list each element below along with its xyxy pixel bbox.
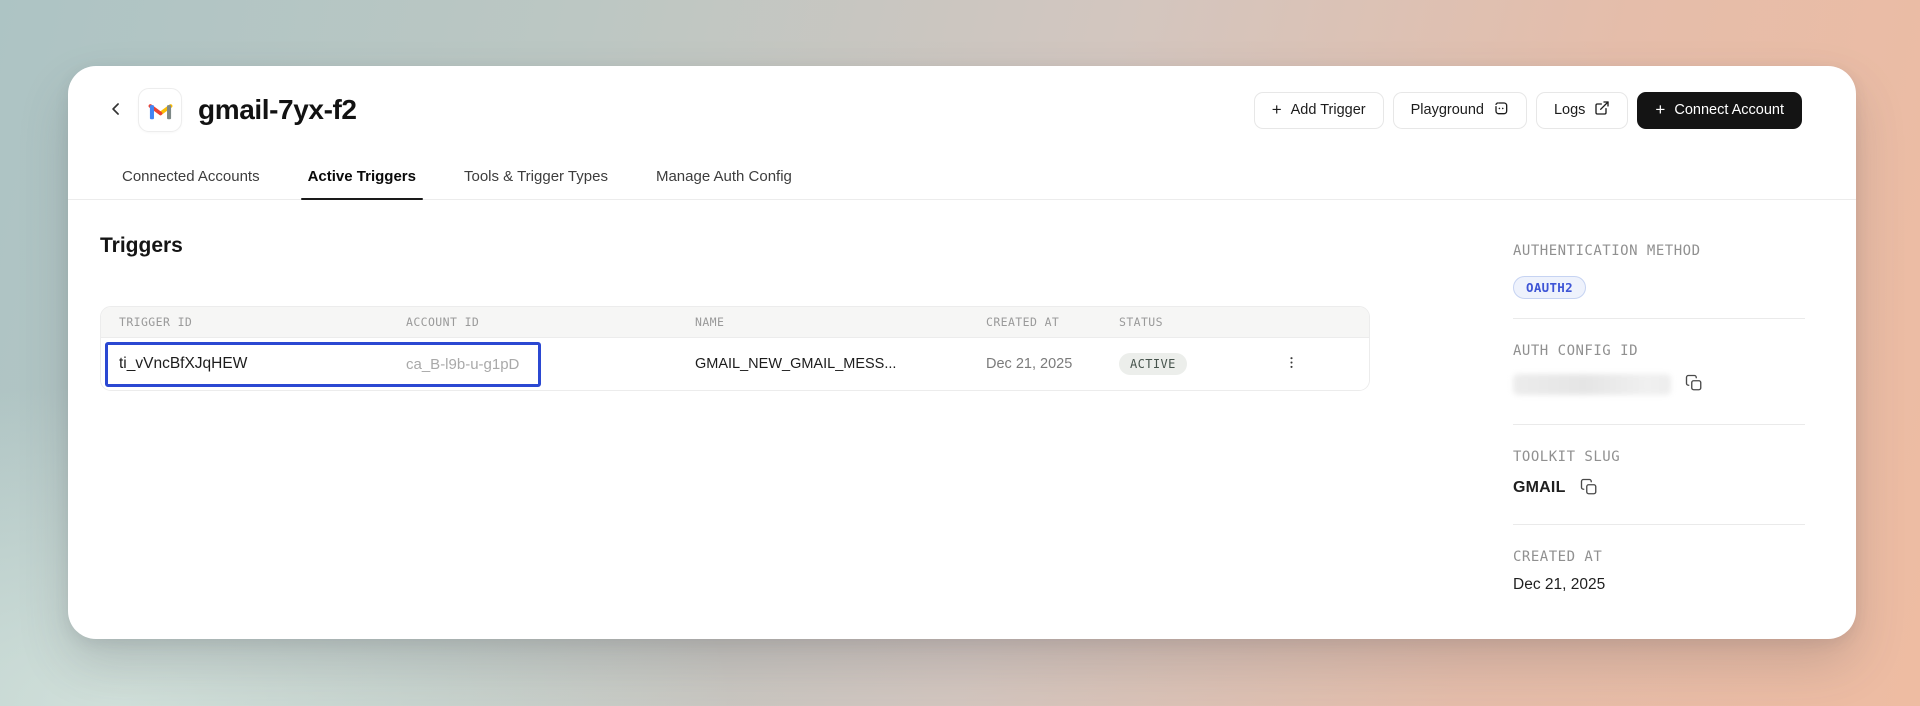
logs-button[interactable]: Logs	[1535, 91, 1629, 129]
triggers-table: TRIGGER ID ACCOUNT ID NAME CREATED AT ST…	[100, 306, 1370, 391]
created-at-label: CREATED AT	[1513, 549, 1603, 565]
col-trigger-id: TRIGGER ID	[119, 315, 193, 329]
playground-icon	[1493, 100, 1509, 120]
tab-connected-accounts[interactable]: Connected Accounts	[122, 165, 260, 199]
triggers-heading: Triggers	[100, 234, 183, 257]
account-id-cell: ca_B-l9b-u-g1pD	[406, 355, 520, 373]
table-header-row: TRIGGER ID ACCOUNT ID NAME CREATED AT ST…	[101, 307, 1369, 338]
auth-config-id-redacted-value	[1513, 374, 1671, 395]
table-row[interactable]: ti_vVncBfXJqHEW ca_B-l9b-u-g1pD GMAIL_NE…	[101, 338, 1369, 390]
add-trigger-button[interactable]: + Add Trigger	[1253, 91, 1384, 129]
actions-cell	[1244, 351, 1369, 377]
col-status: STATUS	[1119, 315, 1163, 329]
playground-button[interactable]: Playground	[1392, 91, 1527, 129]
header-actions: + Add Trigger Playground Logs + Connect …	[1253, 91, 1802, 129]
col-account-id: ACCOUNT ID	[406, 315, 480, 329]
connect-account-button[interactable]: + Connect Account	[1637, 91, 1802, 129]
auth-config-id-label: AUTH CONFIG ID	[1513, 343, 1639, 359]
divider	[1513, 318, 1805, 319]
copy-icon	[1685, 374, 1703, 395]
copy-auth-config-id-button[interactable]	[1684, 374, 1704, 395]
divider	[1513, 524, 1805, 525]
row-menu-button[interactable]	[1278, 351, 1304, 377]
plus-icon: +	[1271, 100, 1282, 119]
external-link-icon	[1594, 100, 1610, 120]
toolkit-slug-label: TOOLKIT SLUG	[1513, 449, 1621, 465]
back-button[interactable]	[102, 96, 130, 124]
col-name: NAME	[695, 315, 725, 329]
created-at-cell: Dec 21, 2025	[986, 356, 1073, 372]
tab-active-triggers[interactable]: Active Triggers	[300, 165, 424, 200]
created-at-value: Dec 21, 2025	[1513, 576, 1606, 593]
chevron-left-icon	[106, 99, 126, 122]
status-cell: ACTIVE	[1101, 353, 1244, 375]
details-sidebar: AUTHENTICATION METHOD OAUTH2 AUTH CONFIG…	[1513, 243, 1805, 594]
trigger-name-cell: GMAIL_NEW_GMAIL_MESS...	[695, 356, 897, 372]
tab-tools-trigger-types[interactable]: Tools & Trigger Types	[464, 165, 608, 199]
kebab-icon	[1284, 355, 1299, 373]
oauth2-badge: OAUTH2	[1513, 276, 1586, 299]
tab-bar: Connected Accounts Active Triggers Tools…	[68, 165, 1856, 200]
auth-method-label: AUTHENTICATION METHOD	[1513, 243, 1701, 259]
tab-manage-auth-config[interactable]: Manage Auth Config	[656, 165, 792, 199]
col-created-at: CREATED AT	[986, 315, 1060, 329]
status-badge: ACTIVE	[1119, 353, 1187, 375]
app-card: gmail-7yx-f2 + Add Trigger Playground Lo…	[68, 66, 1856, 639]
copy-icon	[1580, 478, 1598, 499]
page-title: gmail-7yx-f2	[198, 94, 357, 125]
page-header: gmail-7yx-f2 + Add Trigger Playground Lo…	[68, 66, 1856, 138]
trigger-id-cell: ti_vVncBfXJqHEW	[119, 355, 248, 372]
copy-toolkit-slug-button[interactable]	[1579, 478, 1599, 498]
toolkit-slug-value: GMAIL	[1513, 479, 1566, 496]
divider	[1513, 424, 1805, 425]
plus-icon: +	[1655, 100, 1666, 119]
gmail-logo-icon	[138, 88, 182, 132]
